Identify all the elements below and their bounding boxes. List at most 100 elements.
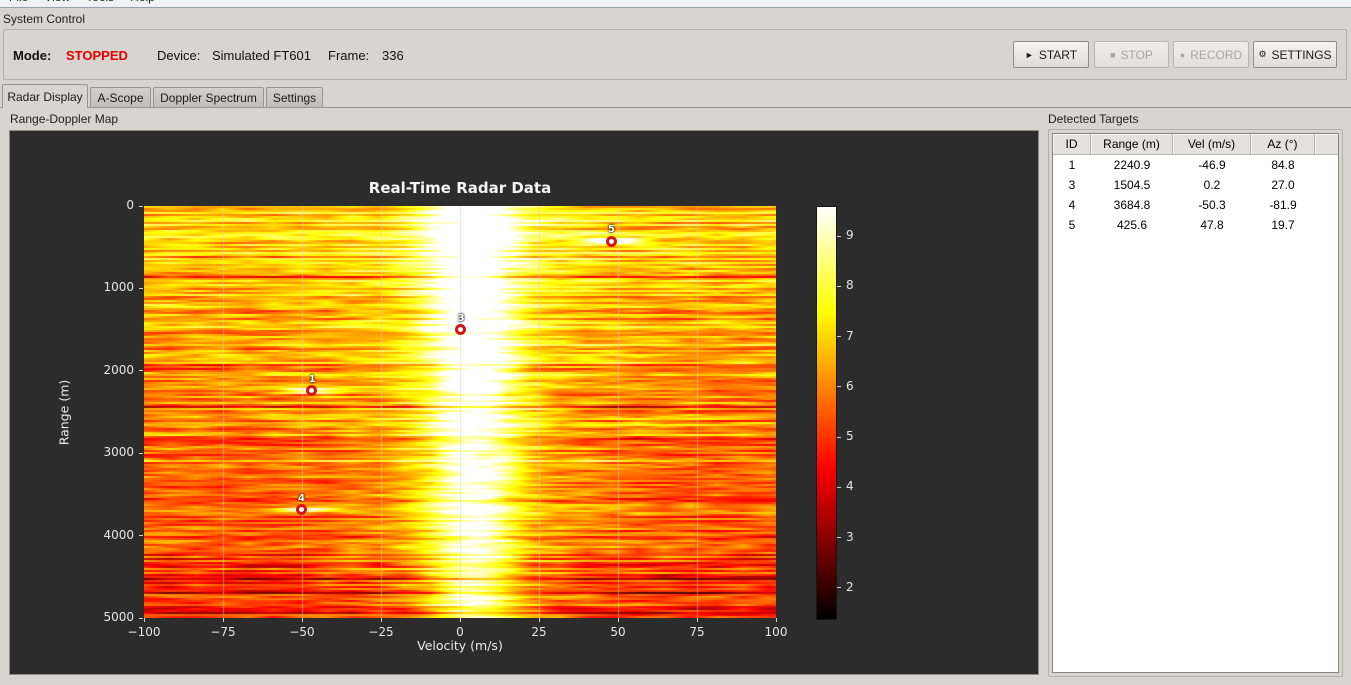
range-doppler-group-title: Range-Doppler Map [10, 112, 119, 126]
x-axis-label: Velocity (m/s) [417, 638, 503, 653]
detected-targets-table[interactable]: ID Range (m) Vel (m/s) Az (°) 1 2240.9 -46.9 8… [1052, 133, 1339, 673]
chart-title: Real-Time Radar Data [368, 179, 552, 197]
x-tick [143, 618, 145, 622]
target-marker-label: 5 [608, 224, 616, 236]
stop-icon: ■ [1110, 49, 1116, 60]
app-window: File View Tools Help System Control Mode: S… [0, 0, 1351, 685]
column-header-az[interactable]: Az (°) [1251, 134, 1315, 155]
colorbar-tick-label: 2 [846, 579, 854, 594]
table-row[interactable]: 5 425.6 47.8 19.7 [1053, 215, 1338, 235]
frame-value: 336 [382, 48, 404, 63]
y-tick [139, 535, 143, 537]
x-tick-label: 100 [764, 625, 788, 639]
colorbar-tick-label: 9 [846, 228, 854, 243]
y-tick [139, 205, 143, 207]
colorbar-tick-label: 8 [846, 278, 854, 293]
x-tick-label: −100 [127, 625, 161, 639]
x-tick [380, 618, 382, 622]
x-tick [222, 618, 224, 622]
colorbar-tick [837, 436, 841, 438]
colorbar-tick [837, 336, 841, 338]
table-cell: 2240.9 [1113, 158, 1151, 172]
device-label: Device: [157, 48, 201, 63]
column-header-velms[interactable]: Vel (m/s) [1173, 134, 1251, 155]
stop-button: ■ STOP [1094, 41, 1169, 68]
x-tick [459, 618, 461, 622]
table-row[interactable]: 4 3684.8 -50.3 -81.9 [1053, 195, 1338, 215]
button-label: START [1038, 47, 1078, 62]
table-cell: 84.8 [1271, 158, 1295, 172]
x-tick [617, 618, 619, 622]
colorbar-tick-label: 5 [846, 429, 854, 444]
y-tick [139, 287, 143, 289]
table-cell: 47.8 [1200, 218, 1224, 232]
settings-button[interactable]: ⚙ SETTINGS [1253, 41, 1337, 68]
x-tick-label: 25 [531, 625, 547, 639]
y-tick-label: 1000 [103, 280, 134, 295]
colorbar-tick [837, 486, 841, 488]
colorbar-tick [837, 386, 841, 388]
colorbar-tick-label: 7 [846, 328, 854, 343]
table-cell: 4 [1068, 198, 1076, 212]
device-value: Simulated FT601 [212, 48, 311, 63]
target-marker-label: 4 [298, 492, 306, 504]
x-tick-label: −25 [368, 625, 394, 639]
x-tick-label: −75 [210, 625, 236, 639]
table-cell: 0.2 [1203, 178, 1221, 192]
menu-item-help[interactable]: Help [130, 0, 155, 7]
colorbar-tick-label: 6 [846, 378, 854, 393]
x-tick-label: −50 [289, 625, 315, 639]
tab-a-scope[interactable]: A-Scope [90, 87, 151, 108]
x-tick [301, 618, 303, 622]
colorbar-tick [837, 587, 841, 589]
record-icon: ● [1179, 49, 1186, 60]
table-cell: 1504.5 [1113, 178, 1151, 192]
table-cell: 27.0 [1271, 178, 1295, 192]
x-tick [696, 618, 698, 622]
table-cell: -50.3 [1198, 198, 1226, 212]
tab-doppler-spectrum[interactable]: Doppler Spectrum [153, 87, 264, 108]
target-marker [605, 235, 617, 247]
y-tick-label: 0 [126, 198, 134, 212]
play-icon: ► [1024, 49, 1034, 60]
tab-settings[interactable]: Settings [266, 87, 323, 108]
gear-icon: ⚙ [1258, 49, 1267, 59]
button-label: STOP [1120, 47, 1153, 62]
menu-item-view[interactable]: View [44, 0, 70, 7]
x-tick-label: 50 [610, 625, 626, 639]
system-control-group-title: System Control [3, 12, 86, 26]
menu-item-tools[interactable]: Tools [86, 0, 114, 7]
start-button[interactable]: ► START [1013, 41, 1089, 68]
menu-item-file[interactable]: File [9, 0, 28, 7]
button-label: SETTINGS [1271, 47, 1332, 62]
detected-targets-group-title: Detected Targets [1048, 112, 1139, 126]
range-doppler-heatmap[interactable] [144, 206, 776, 618]
table-row[interactable]: 3 1504.5 0.2 27.0 [1053, 175, 1338, 195]
record-button: ● RECORD [1173, 41, 1249, 68]
menu-bar: File View Tools Help [0, 0, 1351, 8]
colorbar-tick [837, 235, 841, 237]
table-cell: 3 [1068, 178, 1076, 192]
mode-value: STOPPED [66, 48, 128, 63]
x-tick [538, 618, 540, 622]
table-cell: 5 [1068, 218, 1076, 232]
y-tick [139, 617, 143, 619]
y-tick-label: 3000 [103, 445, 134, 460]
frame-label: Frame: [328, 48, 370, 63]
colorbar-tick-label: 3 [846, 529, 854, 544]
x-tick-label: 75 [689, 625, 705, 639]
colorbar-tick [837, 537, 841, 539]
target-marker-label: 3 [457, 312, 465, 324]
y-tick-label: 4000 [103, 527, 134, 542]
table-row[interactable]: 1 2240.9 -46.9 84.8 [1053, 155, 1338, 175]
column-header-rangem[interactable]: Range (m) [1091, 134, 1173, 155]
table-cell: 425.6 [1116, 218, 1148, 232]
y-tick [139, 370, 143, 372]
colorbar-tick-label: 4 [846, 479, 854, 494]
tab-radar-display[interactable]: Radar Display [2, 84, 88, 108]
y-axis-label: Range (m) [56, 379, 72, 445]
y-tick [139, 452, 143, 454]
column-header-id[interactable]: ID [1053, 134, 1091, 155]
colorbar [816, 206, 837, 620]
x-tick [775, 618, 777, 622]
